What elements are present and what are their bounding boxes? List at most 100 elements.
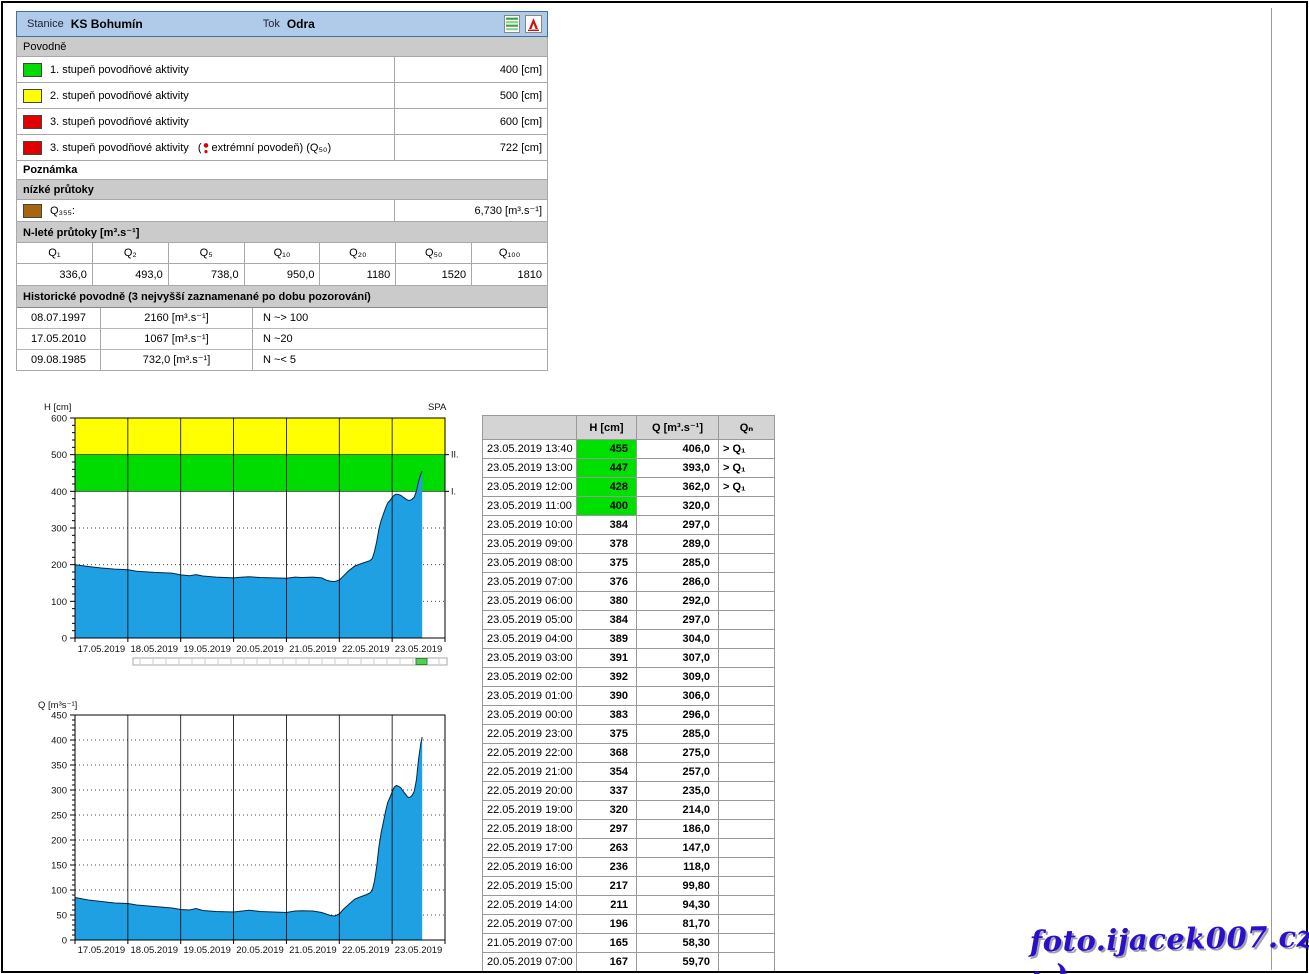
reading-flow: 289,0 [637,535,719,554]
table-row: 22.05.2019 18:00297186,0 [483,820,775,839]
nyear-value-cell: 493,0 [92,264,168,285]
flood-date: 08.07.1997 [17,308,101,328]
table-row: 23.05.2019 12:00428362,0> Q₁ [483,478,775,497]
x-axis-date-label: 18.05.2019 [131,945,179,956]
readings-table: H [cm] Q [m³.s⁻¹] Qₙ 23.05.2019 13:40455… [482,415,775,972]
reading-stage: 165 [577,934,637,953]
reading-time: 22.05.2019 22:00 [483,744,577,763]
reading-qn [719,782,775,801]
reading-time: 23.05.2019 13:00 [483,459,577,478]
reading-stage: 337 [577,782,637,801]
reading-qn [719,611,775,630]
spa-level-label: II. [451,450,459,460]
reading-time: 23.05.2019 10:00 [483,516,577,535]
table-row: 20.05.2019 07:0016759,70 [483,953,775,972]
reading-time: 22.05.2019 14:00 [483,896,577,915]
table-row: 23.05.2019 02:00392309,0 [483,668,775,687]
reading-qn: > Q₁ [719,478,775,497]
reading-stage: 383 [577,706,637,725]
flood-level-value: 500 [cm] [394,83,547,108]
historical-flood-row: 17.05.2010 1067 [m³.s⁻¹] N ~20 [17,329,547,350]
table-row: 22.05.2019 17:00263147,0 [483,839,775,858]
reading-time: 23.05.2019 03:00 [483,649,577,668]
nyear-header-cell: Q₂ [92,243,168,263]
nyear-header-cell: Q₂₀ [319,243,395,263]
reading-time: 22.05.2019 15:00 [483,877,577,896]
flood-level-row: 3. stupeň povodňové aktivity 600 [cm] [17,109,547,135]
reading-flow: 297,0 [637,611,719,630]
reading-stage: 196 [577,915,637,934]
svg-text:100: 100 [51,597,67,608]
reading-flow: 186,0 [637,820,719,839]
table-export-icon[interactable] [504,15,520,33]
reading-flow: 94,30 [637,896,719,915]
x-axis-date-label: 20.05.2019 [236,644,284,655]
flood-level-label: 3. stupeň povodňové aktivity [50,142,189,154]
x-axis-date-label: 20.05.2019 [236,945,284,956]
svg-text:250: 250 [51,811,67,822]
col-header-datetime [483,416,577,440]
svg-text:600: 600 [51,414,67,425]
x-axis-date-label: 19.05.2019 [183,644,231,655]
x-axis-date-label: 19.05.2019 [183,945,231,956]
nyear-header-cell: Q₅₀ [395,243,471,263]
flood-level-1-swatch [23,63,42,77]
reading-flow: 257,0 [637,763,719,782]
reading-stage: 391 [577,649,637,668]
stage-hydrograph-area [75,471,422,638]
reading-qn [719,649,775,668]
table-row: 23.05.2019 05:00384297,0 [483,611,775,630]
x-axis-date-label: 21.05.2019 [289,644,337,655]
reading-stage: 455 [577,440,637,459]
extreme-flood-icon [203,142,209,154]
reading-flow: 406,0 [637,440,719,459]
reading-stage: 378 [577,535,637,554]
reading-flow: 59,70 [637,953,719,972]
reading-flow: 58,30 [637,934,719,953]
svg-text:200: 200 [51,560,67,571]
reading-stage: 211 [577,896,637,915]
flood-return-period: N ~20 [253,333,547,345]
nyear-value-cell: 1810 [471,264,547,285]
nyear-header-cell: Q₁₀ [244,243,320,263]
flood-level-value: 600 [cm] [394,109,547,134]
reading-qn [719,668,775,687]
readings-header-row: H [cm] Q [m³.s⁻¹] Qₙ [483,416,775,440]
pdf-export-icon[interactable] [525,15,542,33]
nyear-value-cell: 738,0 [168,264,244,285]
reading-qn [719,687,775,706]
watermark: foto.ijacek007.cz :-) [1029,920,1309,974]
reading-time: 23.05.2019 04:00 [483,630,577,649]
reading-stage: 392 [577,668,637,687]
table-row: 23.05.2019 06:00380292,0 [483,592,775,611]
nyear-value-cell: 336,0 [17,264,92,285]
reading-qn [719,516,775,535]
reading-stage: 297 [577,820,637,839]
table-row: 23.05.2019 13:00447393,0> Q₁ [483,459,775,478]
low-flow-value: 6,730 [m³.s⁻¹] [394,200,547,221]
reading-flow: 285,0 [637,725,719,744]
flood-level-label: 1. stupeň povodňové aktivity [50,64,394,76]
reading-flow: 304,0 [637,630,719,649]
svg-text:300: 300 [51,524,67,535]
reading-time: 21.05.2019 07:00 [483,934,577,953]
nyear-header-cell: Q₅ [168,243,244,263]
flood-return-period: N ~> 100 [253,312,547,324]
reading-stage: 320 [577,801,637,820]
reading-time: 22.05.2019 18:00 [483,820,577,839]
nyear-value-row: 336,0493,0738,0950,0118015201810 [17,264,547,285]
flood-level-3-swatch [23,115,42,129]
reading-stage: 390 [577,687,637,706]
svg-text:500: 500 [51,450,67,461]
table-row: 23.05.2019 01:00390306,0 [483,687,775,706]
reading-qn: > Q₁ [719,440,775,459]
reading-qn [719,896,775,915]
stage-chart: 010020030040050060017.05.201918.05.20191… [30,396,500,676]
reading-qn [719,953,775,972]
table-row: 23.05.2019 08:00375285,0 [483,554,775,573]
reading-flow: 297,0 [637,516,719,535]
reading-qn: > Q₁ [719,459,775,478]
time-slider-handle[interactable] [416,659,427,665]
reading-stage: 384 [577,516,637,535]
table-row: 22.05.2019 21:00354257,0 [483,763,775,782]
